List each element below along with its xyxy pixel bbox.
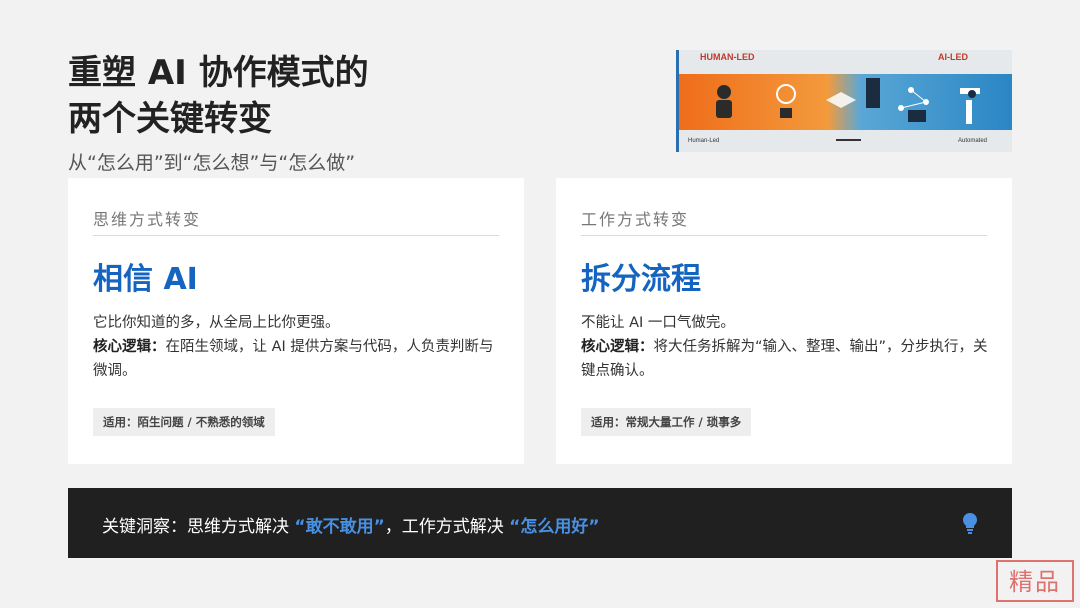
card-line: 它比你知道的多，从全局上比你更强。 xyxy=(93,315,340,331)
card-body: 它比你知道的多，从全局上比你更强。 核心逻辑：在陌生领域，让 AI 提供方案与代… xyxy=(93,311,503,383)
banner-right-bottom: Automated xyxy=(958,138,987,144)
insight-bar: 关键洞察：思维方式解决 “敢不敢用”，工作方式解决 “怎么用好” xyxy=(68,488,1012,558)
insight-highlight-1: “敢不敢用” xyxy=(294,517,385,537)
card-divider xyxy=(93,235,499,236)
page-title-line-2: 两个关键转变 xyxy=(68,99,272,139)
lightbulb-icon xyxy=(963,513,977,534)
banner-left-bottom: Human-Led xyxy=(688,138,719,144)
card-line: 不能让 AI 一口气做完。 xyxy=(581,315,735,331)
logic-label: 核心逻辑： xyxy=(581,339,654,355)
card-logic: 核心逻辑：将大任务拆解为“输入、整理、输出”，分步执行，关键点确认。 xyxy=(581,335,991,383)
card-body: 不能让 AI 一口气做完。 核心逻辑：将大任务拆解为“输入、整理、输出”，分步执… xyxy=(581,311,991,383)
insight-middle: ，工作方式解决 xyxy=(384,517,510,537)
card-heading: 拆分流程 xyxy=(581,262,701,297)
page-title-line-1: 重塑 AI 协作模式的 xyxy=(68,53,369,93)
applicability-tag: 适用：常规大量工作 / 琐事多 xyxy=(581,408,752,436)
card-divider xyxy=(581,235,987,236)
card-kicker: 思维方式转变 xyxy=(93,210,202,229)
card-kicker: 工作方式转变 xyxy=(581,210,690,229)
logic-label: 核心逻辑： xyxy=(93,339,166,355)
page-subtitle: 从“怎么用”到“怎么想”与“怎么做” xyxy=(68,152,356,174)
banner-right-top: AI-LED xyxy=(938,52,968,62)
banner-left-top: HUMAN-LED xyxy=(700,52,755,62)
insight-prefix: 关键洞察：思维方式解决 xyxy=(102,517,295,537)
card-mindset: 思维方式转变 相信 AI 它比你知道的多，从全局上比你更强。 核心逻辑：在陌生领… xyxy=(68,178,524,464)
card-logic: 核心逻辑：在陌生领域，让 AI 提供方案与代码，人负责判断与微调。 xyxy=(93,335,503,383)
page-title: 重塑 AI 协作模式的 两个关键转变 xyxy=(68,50,369,142)
insight-highlight-2: “怎么用好” xyxy=(509,517,600,537)
banner-illustration: HUMAN-LED AI-LED Human-Led Automated xyxy=(676,50,1012,152)
applicability-tag: 适用：陌生问题 / 不熟悉的领域 xyxy=(93,408,275,436)
watermark-stamp: 精品 xyxy=(996,560,1074,602)
card-workflow: 工作方式转变 拆分流程 不能让 AI 一口气做完。 核心逻辑：将大任务拆解为“输… xyxy=(556,178,1012,464)
insight-text: 关键洞察：思维方式解决 “敢不敢用”，工作方式解决 “怎么用好” xyxy=(102,512,600,537)
card-heading: 相信 AI xyxy=(93,262,198,297)
